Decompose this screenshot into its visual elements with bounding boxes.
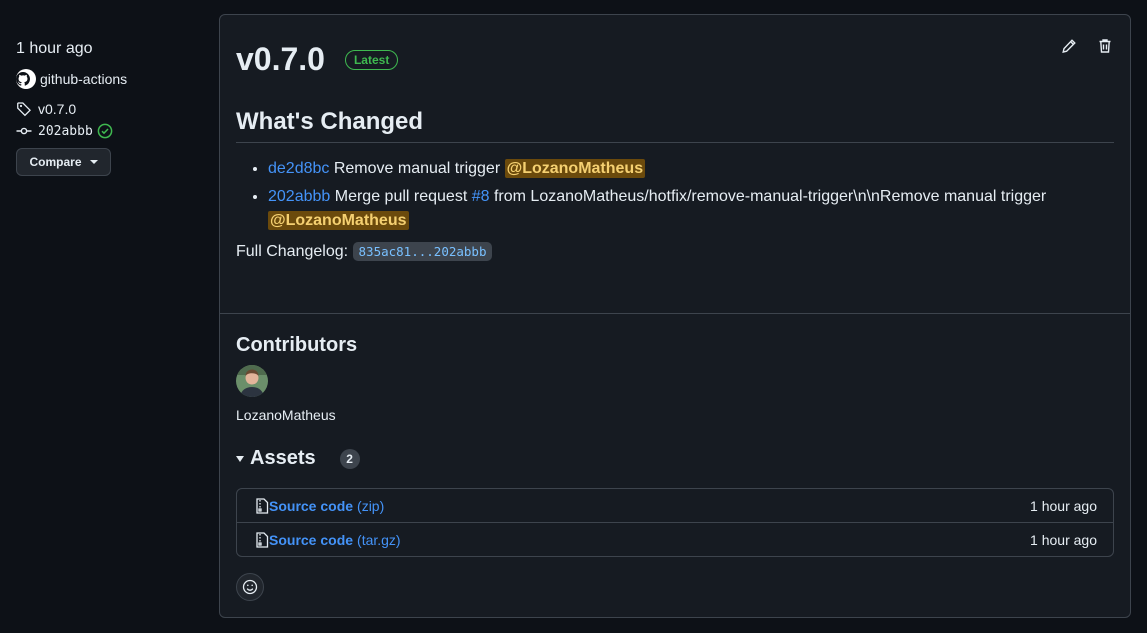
file-zip-icon (256, 531, 269, 548)
verified-check-icon[interactable] (97, 123, 113, 139)
triangle-down-icon (236, 455, 244, 462)
file-zip-icon (256, 497, 269, 514)
full-changelog: Full Changelog: 835ac81...202abbb (236, 242, 1114, 261)
release-card: v0.7.0 Latest What's Changed de2d8bc Rem… (219, 14, 1131, 618)
release-meta: 1 hour ago github-actions v0.7.0 202abbb… (16, 40, 206, 176)
change-item: 202abbb Merge pull request #8 from Lozan… (268, 185, 1114, 233)
compare-button[interactable]: Compare (16, 148, 111, 176)
asset-name[interactable]: Source code (269, 532, 353, 548)
edit-button[interactable] (1060, 37, 1078, 55)
author-name[interactable]: github-actions (40, 71, 127, 87)
asset-row[interactable]: Source code (tar.gz) 1 hour ago (237, 522, 1113, 556)
user-mention[interactable]: @LozanoMatheus (268, 211, 409, 230)
commit-link[interactable]: de2d8bc (268, 160, 329, 177)
author-row[interactable]: github-actions (16, 68, 206, 90)
smiley-icon (242, 579, 258, 595)
release-title-row: v0.7.0 Latest (236, 41, 1114, 78)
contributors-heading: Contributors (236, 334, 358, 356)
user-mention[interactable]: @LozanoMatheus (504, 159, 646, 178)
tag-row[interactable]: v0.7.0 (16, 98, 206, 120)
add-reaction-button[interactable] (236, 573, 264, 601)
commit-link[interactable]: 202abbb (268, 188, 330, 205)
asset-name[interactable]: Source code (269, 498, 353, 514)
assets-list: Source code (zip) 1 hour ago Source code… (236, 488, 1114, 557)
tag-icon (17, 102, 31, 117)
release-title[interactable]: v0.7.0 (236, 41, 325, 78)
asset-ext[interactable]: (tar.gz) (357, 532, 401, 548)
asset-time: 1 hour ago (1030, 531, 1097, 548)
commit-sha[interactable]: 202abbb (38, 124, 93, 139)
release-time: 1 hour ago (16, 40, 93, 57)
change-item: de2d8bc Remove manual trigger @LozanoMat… (268, 157, 1114, 181)
change-text: from LozanoMatheus/hotfix/remove-manual-… (493, 188, 1047, 205)
chevron-down-icon (89, 160, 98, 164)
pencil-icon (1062, 39, 1076, 53)
asset-row[interactable]: Source code (zip) 1 hour ago (237, 489, 1113, 522)
contributor-name[interactable]: LozanoMatheus (236, 407, 1114, 423)
asset-ext[interactable]: (zip) (357, 498, 384, 514)
full-changelog-label: Full Changelog: (236, 243, 349, 260)
commit-icon (16, 127, 32, 135)
contributor-avatar[interactable] (236, 365, 268, 397)
pull-request-link[interactable]: #8 (472, 188, 490, 205)
release-body: v0.7.0 Latest What's Changed de2d8bc Rem… (220, 15, 1130, 314)
compare-range-link[interactable]: 835ac81...202abbb (352, 242, 493, 261)
change-text: Merge pull request (334, 188, 468, 205)
changes-list: de2d8bc Remove manual trigger @LozanoMat… (236, 157, 1114, 233)
compare-label: Compare (29, 155, 82, 169)
change-text: Remove manual trigger (333, 160, 501, 177)
assets-count-badge: 2 (339, 448, 360, 469)
asset-time: 1 hour ago (1030, 497, 1097, 514)
release-footer: Contributors LozanoMatheus Assets 2 Sour… (220, 314, 1130, 601)
assets-toggle[interactable]: Assets 2 (236, 447, 1114, 470)
commit-row[interactable]: 202abbb (16, 120, 206, 142)
latest-badge: Latest (344, 49, 399, 70)
tag-name[interactable]: v0.7.0 (38, 101, 76, 117)
whats-changed-heading: What's Changed (236, 108, 1114, 143)
delete-button[interactable] (1096, 37, 1114, 55)
github-actions-avatar[interactable] (16, 69, 36, 89)
trash-icon (1099, 39, 1111, 53)
assets-heading: Assets (250, 447, 316, 469)
release-actions (1060, 37, 1114, 55)
